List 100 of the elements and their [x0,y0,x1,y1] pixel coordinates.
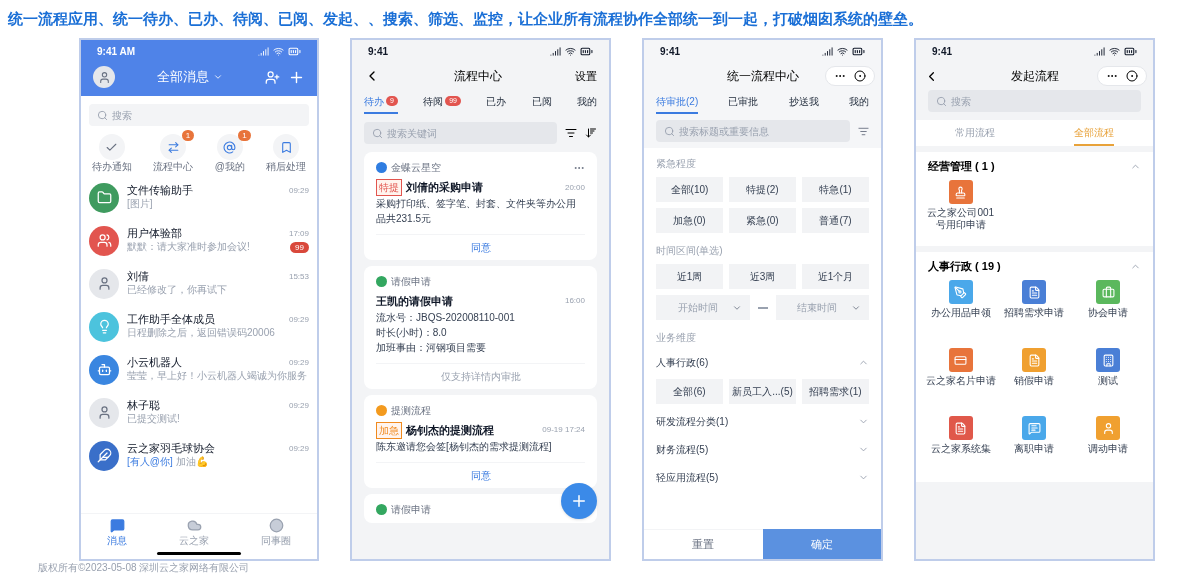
copyright-text: 版权所有©2023-05-08 深圳云之家网络有限公司 [37,561,251,575]
caret-icon [213,72,223,82]
at-icon[interactable] [216,134,243,160]
shortcut-label: 流程中心 [153,162,194,172]
target-icon [854,70,866,82]
chat-name: 用户体验部 [127,227,182,241]
chat-preview: 默默：请大家准时参加会议! [127,241,250,254]
check-icon[interactable] [98,134,125,160]
headline: 统一流程应用、统一待办、已办、待阅、已阅、发起、、搜索、筛选、监控，让企业所有流程协作全部统一到一起，打破烟囱系统的壁垒。 [7,8,924,29]
stamp-icon[interactable] [948,180,973,204]
group-header[interactable]: 轻应用流程(5) [656,466,869,488]
chat-name: 刘倩 [127,270,149,285]
filter-chip[interactable]: 招聘需求(1) [802,379,869,404]
filter-chip[interactable]: 特提(2) [729,177,796,202]
signal-icon [1094,45,1105,57]
person-icon[interactable] [1096,416,1121,440]
card-detail: 采购打印纸、签字笔、封套、文件夹等办公用品共231.5元 [376,197,577,226]
sort-icon[interactable] [585,127,597,139]
document-icon[interactable] [1022,280,1047,304]
briefcase-icon[interactable] [1096,280,1121,304]
pen-icon[interactable] [948,280,973,304]
screen-title: 统一流程中心 [726,68,799,85]
settings-link[interactable]: 设置 [575,67,597,85]
source-label: 请假申请 [391,275,431,289]
chat-name: 工作助手全体成员 [127,313,215,327]
approval-card[interactable]: 提测流程 加急 杨钊杰的提测流程 09-19 17:24 陈东邀请您会签[杨钊杰的需求提测流程] 同意 [364,394,597,488]
filter-chip[interactable]: 近3周 [729,264,796,289]
document-icon[interactable] [1022,348,1047,372]
chat-name: 云之家羽毛球协会 [127,442,215,456]
card-detail: 陈东邀请您会签[杨钊杰的需求提测流程] [376,439,553,454]
filter-chip[interactable]: 新员工入...(5) [729,379,796,404]
app-label: 云之家系统集 [929,443,992,455]
status-time: 9:41 [932,44,952,59]
count-badge: 1 [181,130,195,141]
chat-row[interactable]: 云之家羽毛球协会 09:29 [有人@你] 加油💪 [81,434,317,477]
search-icon [936,95,947,107]
chat-name: 林子聪 [127,399,160,413]
chat-preview: [有人@你] 加油💪 [127,456,208,469]
building-icon[interactable] [1096,348,1121,372]
chat-icon[interactable] [1022,416,1047,440]
approval-card[interactable]: 请假申请 王凯的请假申请 16:00 流水号：JBQS-202008110-001 时长(小时)：8.0 加班事由：河钢项目需要 仅支持详情内审批 [364,266,597,389]
approve-button[interactable]: 同意 [470,240,491,255]
approve-button[interactable]: 同意 [470,467,491,483]
add-icon [570,492,588,510]
filter-chip[interactable]: 特急(1) [802,177,869,202]
group-header[interactable]: 人事行政(6) [656,351,869,373]
cloud-icon [186,518,202,533]
person-avatar[interactable] [93,66,115,88]
chat-time: 17:09 [288,228,309,241]
tab-item[interactable]: 我的 [849,90,869,114]
chat-preview: 已提交测试! [127,413,180,426]
filter-chip[interactable]: 全部(6) [656,379,723,404]
document-icon[interactable] [948,416,973,440]
chat-row[interactable]: 工作助手全体成员 09:29 日程删除之后，返回错误码20006 [81,305,317,348]
filter-chip[interactable]: 近1周 [656,264,723,289]
ring-icon [268,518,284,533]
tab-item[interactable]: 已审批 [728,90,759,114]
tab-item[interactable]: 抄送我 [788,90,819,114]
tab-item[interactable]: 已办 [486,90,507,114]
tab-item[interactable]: 我的 [576,90,597,114]
app-label: 测试 [1097,375,1120,387]
search-icon [372,127,383,139]
chat-row[interactable]: 刘倩 15:53 已经修改了，你再试下 [81,262,317,305]
status-time: 9:41 [368,44,388,59]
card-detail: 加班事由：河钢项目需要 [376,340,487,355]
group-header[interactable]: 研发流程分类(1) [656,410,869,432]
chat-time: 09:29 [288,185,309,198]
tab-item[interactable]: 已阅 [531,90,552,114]
search-icon [664,125,675,137]
app-label: 协会申请 [1087,307,1130,319]
group-header[interactable]: 财务流程(5) [656,438,869,460]
signal-icon [258,45,269,57]
filter-icon[interactable] [565,127,577,139]
capsule-menu[interactable] [1097,66,1147,86]
wifi-icon [565,45,576,57]
filter-chip[interactable]: 紧急(0) [729,208,796,233]
filter-chip[interactable]: 普通(7) [802,208,869,233]
card-time: 16:00 [564,295,585,308]
chat-row[interactable]: 林子聪 09:29 已提交测试! [81,391,317,434]
filter-chip[interactable]: 近1个月 [802,264,869,289]
chat-row[interactable]: 文件传输助手 09:29 [图片] [81,176,317,219]
add-contact-icon[interactable] [265,69,280,85]
chat-name: 文件传输助手 [127,184,193,198]
title-dropdown[interactable]: 全部消息 [157,67,223,87]
tab-item[interactable]: 待审批(2) [656,90,699,114]
card-time: 20:00 [564,181,585,194]
filter-chip[interactable]: 全部(10) [656,177,723,202]
filter-chip[interactable]: 加急(0) [656,208,723,233]
swap-icon[interactable] [160,134,187,160]
chat-row[interactable]: 用户体验部 17:09 默默：请大家准时参加会议! 99 [81,219,317,262]
shortcut-label: 稍后处理 [266,162,307,172]
wifi-icon [1109,45,1120,57]
capsule-menu[interactable] [825,66,875,86]
range-dash [757,306,768,309]
approval-card[interactable]: 金蝶云星空 特提 刘倩的采购申请 20:00 采购打印纸、签字笔、封套、文件夹等办公用品共231.5元 同意 [364,152,597,260]
card-title: 刘倩的采购申请 [406,180,483,196]
bookmark-icon[interactable] [273,134,300,160]
card-icon[interactable] [948,348,973,372]
chat-row[interactable]: 小云机器人 09:29 莹莹，早上好！小云机器人竭诚为你服务 [81,348,317,391]
tab-item[interactable]: 消息 [107,518,127,548]
